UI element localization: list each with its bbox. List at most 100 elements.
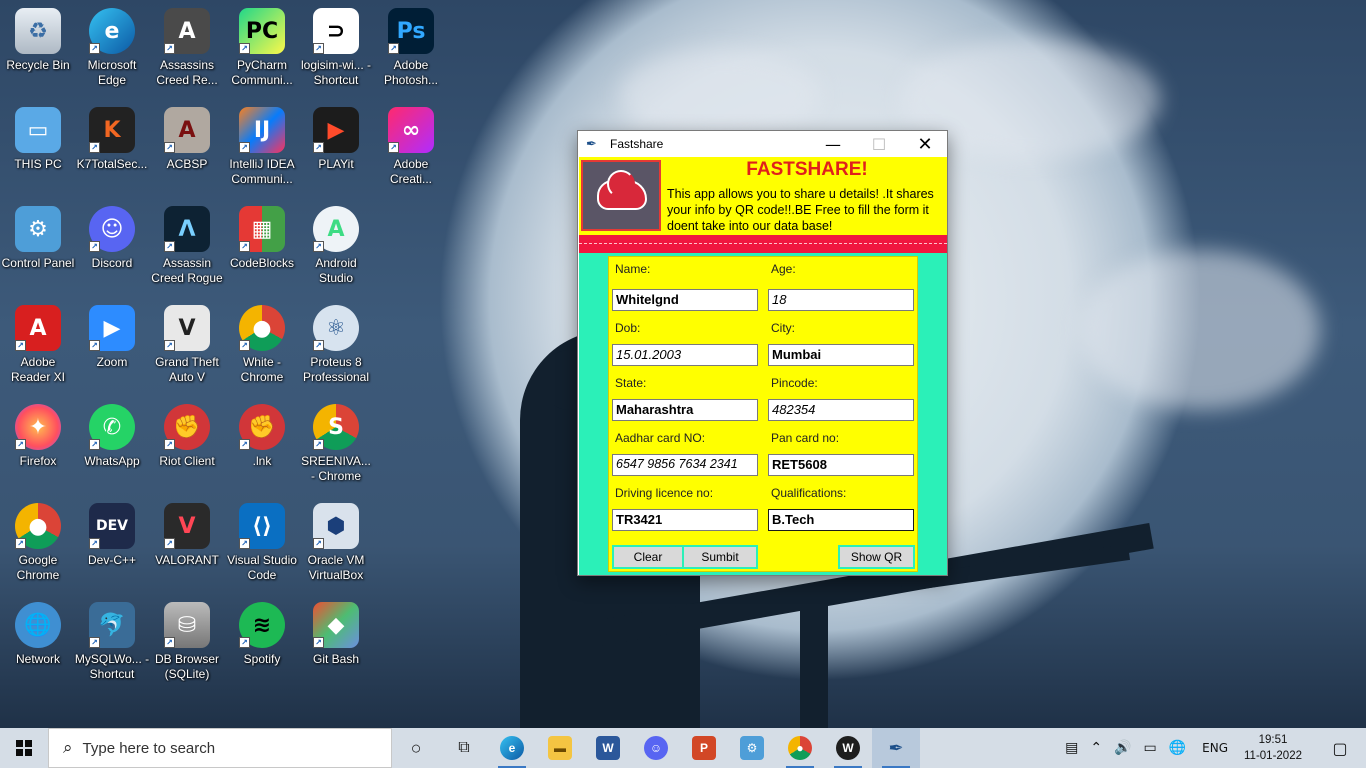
desktop-icon-firefox[interactable]: ✦ ↗ Firefox: [0, 398, 76, 494]
taskbar-discord[interactable]: ☺: [632, 728, 680, 768]
word-icon: W: [596, 736, 620, 760]
desktop-icon-adobe-cc[interactable]: ∞ ↗ Adobe Creati...: [373, 101, 449, 197]
show-qr-button[interactable]: Show QR: [838, 545, 915, 569]
task-view-button[interactable]: ⧉: [440, 728, 488, 768]
desktop-icon-android-studio[interactable]: A ↗ Android Studio: [298, 200, 374, 296]
taskbar-control-panel[interactable]: ⚙: [728, 728, 776, 768]
desktop-icon-white-chrome[interactable]: ● ↗ White - Chrome: [224, 299, 300, 395]
close-button[interactable]: ✕: [902, 131, 948, 157]
desktop-icon-valorant[interactable]: V ↗ VALORANT: [149, 497, 225, 593]
taskbar-powerpoint[interactable]: P: [680, 728, 728, 768]
taskbar-search[interactable]: ⌕ Type here to search: [48, 728, 392, 768]
akatsuki-cloud-logo: [581, 160, 661, 231]
desktop-icon-riot-client[interactable]: ✊ ↗ Riot Client: [149, 398, 225, 494]
aadhar-label: Aadhar card NO:: [615, 431, 706, 445]
battery-icon[interactable]: ▭: [1143, 740, 1156, 756]
desktop-icon-virtualbox[interactable]: ⬢ ↗ Oracle VM VirtualBox: [298, 497, 374, 593]
cortana-button[interactable]: ○: [392, 728, 440, 768]
desktop-icon-assassins-creed[interactable]: A ↗ Assassins Creed Re...: [149, 2, 225, 98]
name-field[interactable]: Whitelgnd: [612, 289, 758, 311]
fastshare-window: ✒ Fastshare — ☐ ✕ FASTSHARE! This app al…: [577, 130, 948, 576]
desktop-icon-pycharm[interactable]: PC ↗ PyCharm Communi...: [224, 2, 300, 98]
desktop-icon-sreeniva-chrome[interactable]: S ↗ SREENIVA... - Chrome: [298, 398, 374, 494]
recycle-bin-icon: ♻: [15, 8, 61, 54]
clear-button[interactable]: Clear: [612, 545, 684, 569]
desktop-icon-google-chrome[interactable]: ● ↗ Google Chrome: [0, 497, 76, 593]
file-explorer-icon: ▬: [548, 736, 572, 760]
city-field[interactable]: Mumbai: [768, 344, 914, 366]
taskbar-file-explorer[interactable]: ▬: [536, 728, 584, 768]
desktop-icon-codeblocks[interactable]: ▦ ↗ CodeBlocks: [224, 200, 300, 296]
maximize-button[interactable]: ☐: [856, 131, 902, 157]
desktop-icon-devcpp[interactable]: DEV ↗ Dev-C++: [74, 497, 150, 593]
minimize-button[interactable]: —: [810, 131, 856, 157]
qualifications-field[interactable]: B.Tech: [768, 509, 914, 531]
desktop-icon-spotify[interactable]: ≋ ↗ Spotify: [224, 596, 300, 692]
control-panel-icon: ⚙: [740, 736, 764, 760]
search-icon: ⌕: [63, 738, 73, 758]
desktop-icon-zoom[interactable]: ▶ ↗ Zoom: [74, 299, 150, 395]
android-studio-icon: A ↗: [313, 206, 359, 252]
app-description: This app allows you to share u details! …: [667, 187, 934, 233]
desktop-icon-playit[interactable]: ▶ ↗ PLAYit: [298, 101, 374, 197]
desktop-icon-git-bash[interactable]: ◆ ↗ Git Bash: [298, 596, 374, 692]
body-panel: Name: Age: Whitelgnd 18 Dob: City: 15.01…: [579, 253, 947, 575]
title-bar[interactable]: ✒ Fastshare — ☐ ✕: [578, 131, 947, 157]
taskbar-writer[interactable]: W: [824, 728, 872, 768]
gta-icon: V ↗: [164, 305, 210, 351]
desktop-icon-mysql[interactable]: 🐬 ↗ MySQLWo... - Shortcut: [74, 596, 150, 692]
notification-icon[interactable]: ▢: [1320, 739, 1360, 758]
desktop-icon-recycle-bin[interactable]: ♻ Recycle Bin: [0, 2, 76, 98]
desktop-icon-db-browser[interactable]: ⛁ ↗ DB Browser (SQLite): [149, 596, 225, 692]
zoom-icon: ▶ ↗: [89, 305, 135, 351]
feather-icon: ✒: [586, 136, 597, 151]
dob-field[interactable]: 15.01.2003: [612, 344, 758, 366]
desktop-icon-gta[interactable]: V ↗ Grand Theft Auto V: [149, 299, 225, 395]
age-field[interactable]: 18: [768, 289, 914, 311]
discord-icon: ☺: [644, 736, 668, 760]
details-form: Name: Age: Whitelgnd 18 Dob: City: 15.01…: [608, 256, 918, 572]
taskbar-word[interactable]: W: [584, 728, 632, 768]
desktop-icon-whatsapp[interactable]: ✆ ↗ WhatsApp: [74, 398, 150, 494]
language-indicator[interactable]: ENG: [1202, 741, 1228, 755]
aadhar-field[interactable]: 6547 9856 7634 2341: [612, 454, 758, 476]
control-panel-icon: ⚙: [15, 206, 61, 252]
pincode-field[interactable]: 482354: [768, 399, 914, 421]
desktop-icon-acbsp[interactable]: A ↗ ACBSP: [149, 101, 225, 197]
acbsp-icon: A ↗: [164, 107, 210, 153]
desktop-icon-ac-rogue[interactable]: Λ ↗ Assassin Creed Rogue: [149, 200, 225, 296]
desktop-icon-logisim[interactable]: ⊃ ↗ logisim-wi... - Shortcut: [298, 2, 374, 98]
desktop-icon-proteus[interactable]: ⚛ ↗ Proteus 8 Professional: [298, 299, 374, 395]
desktop-icon-riot-lnk[interactable]: ✊ ↗ .lnk: [224, 398, 300, 494]
windows-logo-icon: [16, 740, 32, 756]
start-button[interactable]: [0, 728, 48, 768]
submit-button[interactable]: Sumbit: [682, 545, 758, 569]
taskbar-edge[interactable]: e: [488, 728, 536, 768]
desktop-icon-discord[interactable]: ☺ ↗ Discord: [74, 200, 150, 296]
news-widget-icon[interactable]: ▤: [1065, 740, 1078, 756]
state-field[interactable]: Maharashtra: [612, 399, 758, 421]
volume-icon[interactable]: 🔊: [1114, 740, 1131, 756]
name-label: Name:: [615, 262, 651, 276]
desktop-icon-edge[interactable]: e ↗ Microsoft Edge: [74, 2, 150, 98]
desktop-icon-adobe-reader[interactable]: A ↗ Adobe Reader XI: [0, 299, 76, 395]
taskbar-chrome[interactable]: ●: [776, 728, 824, 768]
cortana-icon: ○: [410, 737, 422, 758]
desktop-icon-control-panel[interactable]: ⚙ Control Panel: [0, 200, 76, 296]
desktop-icon-network[interactable]: 🌐 Network: [0, 596, 76, 692]
taskbar-fastshare[interactable]: ✒: [872, 728, 920, 768]
desktop-icon-photoshop[interactable]: Ps ↗ Adobe Photosh...: [373, 2, 449, 98]
pan-field[interactable]: RET5608: [768, 454, 914, 476]
show-hidden-icons-icon[interactable]: ⌃: [1090, 740, 1102, 756]
city-label: City:: [771, 321, 795, 335]
desktop-icon-vscode[interactable]: ⟨⟩ ↗ Visual Studio Code: [224, 497, 300, 593]
pan-label: Pan card no:: [771, 431, 840, 445]
logisim-icon: ⊃ ↗: [313, 8, 359, 54]
network-globe-icon[interactable]: 🌐: [1169, 740, 1186, 756]
desktop-icon-intellij[interactable]: IJ ↗ IntelliJ IDEA Communi...: [224, 101, 300, 197]
licence-field[interactable]: TR3421: [612, 509, 758, 531]
desktop-icon-this-pc[interactable]: ▭ THIS PC: [0, 101, 76, 197]
clock[interactable]: 19:51 11-01-2022: [1244, 732, 1302, 764]
clock-date: 11-01-2022: [1244, 750, 1302, 762]
desktop-icon-k7[interactable]: K ↗ K7TotalSec...: [74, 101, 150, 197]
